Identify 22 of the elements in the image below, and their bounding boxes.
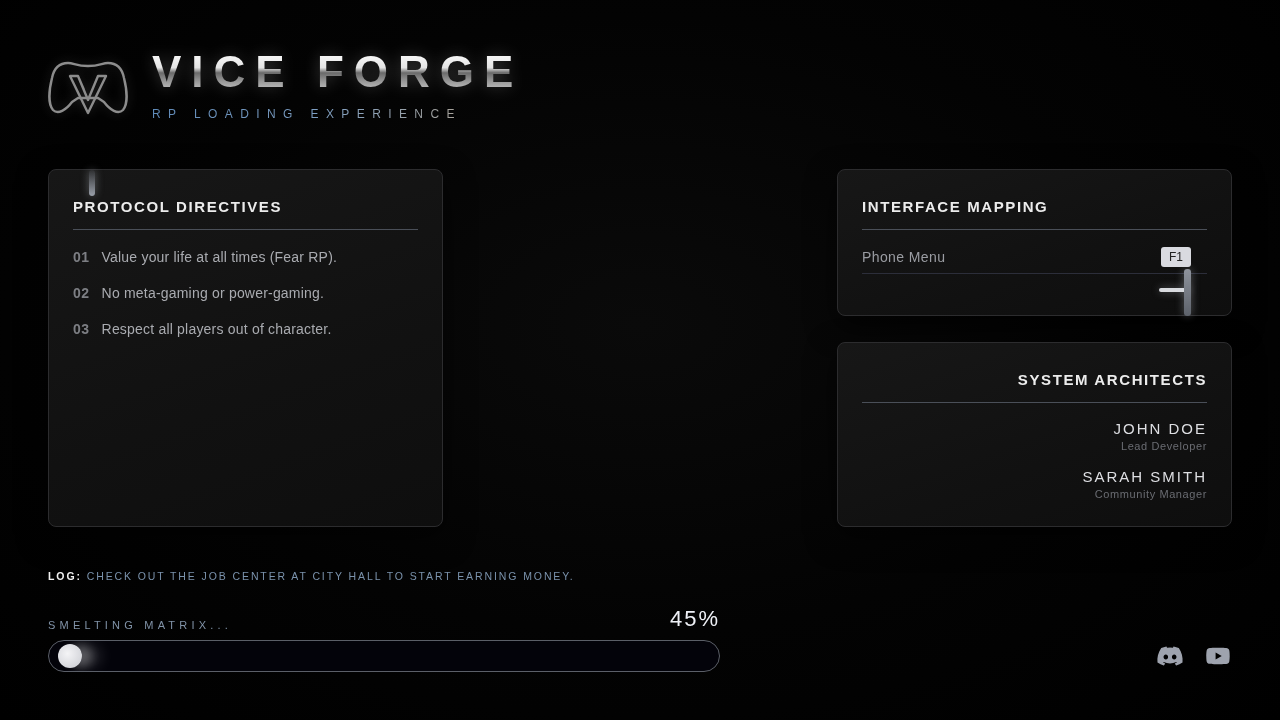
rule-number: 03 (73, 320, 90, 339)
gamepad-logo-icon (48, 60, 128, 116)
member-name: JOHN DOE (1113, 420, 1207, 438)
member-role: Community Manager (1094, 487, 1207, 502)
discord-icon[interactable] (1156, 645, 1184, 667)
key-cap: F1 (1161, 246, 1191, 267)
panel-title: INTERFACE MAPPING (862, 198, 1049, 216)
progress-label: SMELTING MATRIX... (48, 618, 232, 632)
rule-text: No meta-gaming or power-gaming. (101, 284, 325, 303)
panel-title: PROTOCOL DIRECTIVES (73, 198, 283, 216)
rule-text: Value your life at all times (Fear RP). (101, 248, 338, 267)
keybind-label: Phone Menu (862, 248, 946, 265)
rule-number: 01 (73, 248, 90, 267)
member-role: Lead Developer (1120, 439, 1207, 454)
member-name: SARAH SMITH (1082, 468, 1207, 486)
rule-text: Respect all players out of character. (101, 320, 332, 339)
light-streak (89, 170, 95, 196)
rule-number: 02 (73, 284, 90, 303)
panel-title: SYSTEM ARCHITECTS (1017, 371, 1207, 389)
log-message: LOG: CHECK OUT THE JOB CENTER AT CITY HALL TO START EARNING MONEY. (48, 569, 575, 583)
youtube-icon[interactable] (1204, 645, 1232, 667)
progress-percent: 45% (669, 606, 720, 632)
